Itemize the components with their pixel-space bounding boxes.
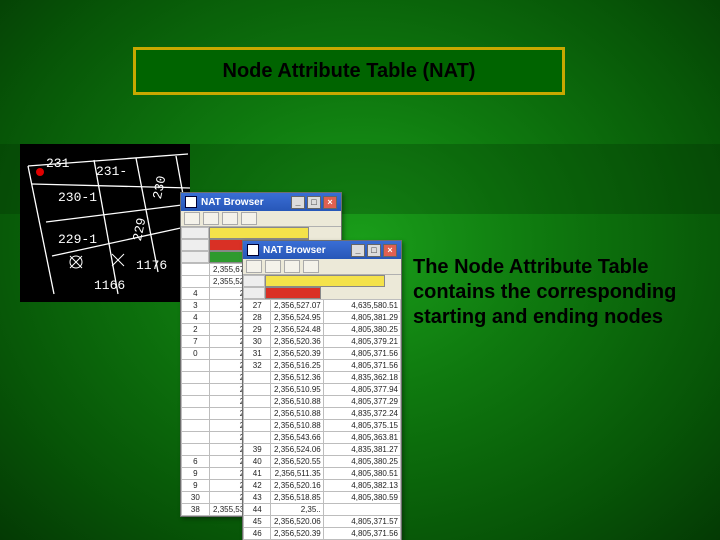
window-toolbar bbox=[181, 211, 341, 227]
table-row[interactable]: 2,356,512.364,835,362.18 bbox=[244, 372, 401, 384]
table-row[interactable]: 402,356,520.554,805,380.25 bbox=[244, 456, 401, 468]
parcel-label: 1176 bbox=[136, 258, 167, 273]
attribute-grid: 272,356,527.074,635,580.51282,356,524.95… bbox=[243, 299, 401, 540]
toolbar-button[interactable] bbox=[246, 260, 262, 273]
table-row[interactable]: 282,356,524.954,805,381.29 bbox=[244, 312, 401, 324]
window-titlebar[interactable]: NAT Browser _ □ × bbox=[243, 241, 401, 259]
table-row[interactable]: 2,356,510.884,805,377.29 bbox=[244, 396, 401, 408]
highlight-row bbox=[181, 227, 341, 239]
table-row[interactable]: 432,356,518.854,805,380.59 bbox=[244, 492, 401, 504]
minimize-button[interactable]: _ bbox=[351, 244, 365, 257]
toolbar-button[interactable] bbox=[284, 260, 300, 273]
table-row[interactable]: 422,356,520.164,805,382.13 bbox=[244, 480, 401, 492]
parcel-label: 1166 bbox=[94, 278, 125, 293]
table-row[interactable]: 302,356,520.364,805,379.21 bbox=[244, 336, 401, 348]
parcel-label: 231- bbox=[96, 164, 127, 179]
parcel-label: 229-1 bbox=[58, 232, 97, 247]
window-titlebar[interactable]: NAT Browser _ □ × bbox=[181, 193, 341, 211]
toolbar-button[interactable] bbox=[222, 212, 238, 225]
app-icon bbox=[185, 196, 197, 208]
window-title: NAT Browser bbox=[263, 245, 326, 256]
table-row[interactable]: 2,356,510.884,805,375.15 bbox=[244, 420, 401, 432]
toolbar-button[interactable] bbox=[203, 212, 219, 225]
maximize-button[interactable]: □ bbox=[307, 196, 321, 209]
window-toolbar bbox=[243, 259, 401, 275]
slide-title-box: Node Attribute Table (NAT) bbox=[133, 47, 565, 95]
table-row[interactable]: 322,356,516.254,805,371.56 bbox=[244, 360, 401, 372]
table-row[interactable]: 292,356,524.484,805,380.25 bbox=[244, 324, 401, 336]
highlight-row bbox=[243, 287, 401, 299]
maximize-button[interactable]: □ bbox=[367, 244, 381, 257]
toolbar-button[interactable] bbox=[241, 212, 257, 225]
toolbar-button[interactable] bbox=[303, 260, 319, 273]
table-row[interactable]: 452,356,520.064,805,371.57 bbox=[244, 516, 401, 528]
table-row[interactable]: 462,356,520.394,805,371.56 bbox=[244, 528, 401, 540]
window-title: NAT Browser bbox=[201, 197, 264, 208]
slide-body-text: The Node Attribute Table contains the co… bbox=[413, 255, 683, 330]
table-row[interactable]: 412,356,511.354,805,380.51 bbox=[244, 468, 401, 480]
parcel-label: 231 bbox=[46, 156, 69, 171]
app-icon bbox=[247, 244, 259, 256]
parcel-label: 230-1 bbox=[58, 190, 97, 205]
close-button[interactable]: × bbox=[323, 196, 337, 209]
highlight-row bbox=[243, 275, 401, 287]
nat-browser-window-2: NAT Browser _ □ × 272,356,527.074,635,58… bbox=[242, 240, 402, 540]
table-row[interactable]: 2,356,543.664,805,363.81 bbox=[244, 432, 401, 444]
cadastral-map-panel: 231231-230-1230229229-111761166 bbox=[20, 144, 190, 302]
toolbar-button[interactable] bbox=[265, 260, 281, 273]
table-row[interactable]: 442,35.. bbox=[244, 504, 401, 516]
toolbar-button[interactable] bbox=[184, 212, 200, 225]
minimize-button[interactable]: _ bbox=[291, 196, 305, 209]
table-row[interactable]: 312,356,520.394,805,371.56 bbox=[244, 348, 401, 360]
table-row[interactable]: 272,356,527.074,635,580.51 bbox=[244, 300, 401, 312]
close-button[interactable]: × bbox=[383, 244, 397, 257]
table-row[interactable]: 392,356,524.064,835,381.27 bbox=[244, 444, 401, 456]
table-row[interactable]: 2,356,510.884,835,372.24 bbox=[244, 408, 401, 420]
table-row[interactable]: 2,356,510.954,805,377.94 bbox=[244, 384, 401, 396]
slide-title: Node Attribute Table (NAT) bbox=[223, 60, 476, 83]
node-marker-icon bbox=[36, 168, 44, 176]
